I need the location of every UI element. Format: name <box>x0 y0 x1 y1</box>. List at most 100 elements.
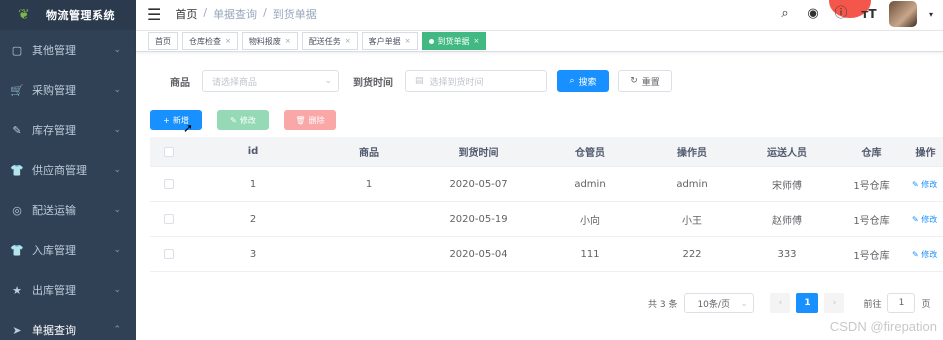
help-icon[interactable]: ⓘ <box>833 6 849 22</box>
search-button-label: 搜索 <box>578 77 597 88</box>
sidebar-item[interactable]: ◎ 配送运输 ⌄ <box>0 190 136 230</box>
watermark: CSDN @firepation <box>829 319 937 334</box>
calendar-icon: ▤ <box>415 76 424 86</box>
row-checkbox[interactable] <box>164 179 174 189</box>
edit-button-label: 修改 <box>239 115 256 125</box>
sidebar-item[interactable]: ✎ 库存管理 ⌄ <box>0 110 136 150</box>
sidebar-item-label: 库存管理 <box>32 124 76 137</box>
goto-page-input[interactable]: 1 <box>887 293 916 313</box>
product-placeholder: 请选择商品 <box>212 77 258 88</box>
tag-5[interactable]: 到货单据 × <box>421 32 487 50</box>
product-label: 商品 <box>170 77 190 89</box>
tag-4[interactable]: 客户单据 × <box>361 32 418 50</box>
avatar[interactable] <box>888 1 917 27</box>
edit-button[interactable]: ✎ 修改 <box>217 110 269 130</box>
tag-0[interactable]: 首页 <box>148 32 178 50</box>
github-icon[interactable]: ◉ <box>805 6 821 22</box>
cart-icon: 🛒 <box>10 83 24 97</box>
sidebar-item[interactable]: ➤ 单据查询 ⌃ <box>0 310 136 340</box>
table-row[interactable]: 1 1 2020-05-07 admin admin 宋师傅 1号仓库 ✎ 修改🗑 删除 <box>150 167 943 202</box>
cell-keeper: 111 <box>580 248 600 260</box>
row-actions: ✎ 修改🗑 删除 <box>912 214 943 225</box>
close-icon[interactable]: × <box>225 37 231 45</box>
sidebar-item[interactable]: 👕 入库管理 ⌄ <box>0 230 136 270</box>
chevron-down-icon: ⌄ <box>740 298 748 308</box>
search-button[interactable]: ⌕ 搜索 <box>557 70 609 92</box>
edit-icon: ✎ <box>12 123 22 137</box>
date-picker[interactable]: ▤ 选择到货时间 <box>405 70 547 92</box>
close-icon[interactable]: × <box>405 37 411 45</box>
caret-down-icon[interactable]: ▾ <box>929 10 933 19</box>
search-icon[interactable]: ⌕ <box>777 6 793 22</box>
sidebar-item[interactable]: ▢ 其他管理 ⌄ <box>0 30 136 70</box>
cell-carrier: 赵师傅 <box>772 215 802 227</box>
breadcrumb-home[interactable]: 首页 <box>175 6 197 22</box>
edit-icon: ✎ <box>912 179 919 189</box>
font-size-icon[interactable]: ᴛT <box>861 6 877 22</box>
toolbar: + 新增 ✎ 修改 🗑 删除 <box>150 110 336 130</box>
row-checkbox-cell <box>150 249 190 259</box>
reset-button[interactable]: ↻ 重置 <box>618 70 672 92</box>
edit-icon: ✎ <box>230 115 237 125</box>
delete-button-label: 删除 <box>308 115 325 125</box>
search-icon: ⌕ <box>569 76 575 86</box>
hamburger-icon[interactable]: ☰ <box>147 5 161 24</box>
cell-id: 3 <box>249 248 257 260</box>
row-checkbox[interactable] <box>164 249 174 259</box>
cell-carrier: 宋师傅 <box>772 180 802 192</box>
column-header: 操作 <box>915 148 936 159</box>
add-button[interactable]: + 新增 <box>150 110 202 130</box>
folder-icon: ▢ <box>11 43 23 57</box>
sidebar-item[interactable]: 👕 供应商管理 ⌄ <box>0 150 136 190</box>
product-select[interactable]: 请选择商品 ⌄ <box>202 70 339 92</box>
row-edit-button[interactable]: ✎ 修改 <box>912 249 937 260</box>
edit-icon: ✎ <box>912 214 919 224</box>
page-size-select[interactable]: 10条/页 ⌄ <box>684 293 755 313</box>
table-row[interactable]: 2 2020-05-19 小向 小王 赵师傅 1号仓库 ✎ 修改🗑 删除 <box>150 202 943 237</box>
row-checkbox-cell <box>150 179 190 189</box>
active-dot-icon <box>428 38 434 44</box>
tag-1[interactable]: 仓库检查 × <box>182 32 238 50</box>
close-icon[interactable]: × <box>285 37 291 45</box>
delete-button[interactable]: 🗑 删除 <box>284 110 336 130</box>
chevron-icon: ⌄ <box>113 165 121 175</box>
row-checkbox[interactable] <box>164 214 174 224</box>
row-checkbox-cell <box>150 214 190 224</box>
chevron-icon: ⌄ <box>113 85 121 95</box>
cell-carrier: 333 <box>777 248 797 260</box>
column-header: 操作员 <box>677 148 707 159</box>
tag-label: 到货单据 <box>437 36 470 46</box>
column-header: 商品 <box>359 148 379 159</box>
row-edit-button[interactable]: ✎ 修改 <box>912 214 937 225</box>
row-edit-label: 修改 <box>921 214 938 224</box>
close-icon[interactable]: × <box>345 37 351 45</box>
chevron-icon: ⌄ <box>113 45 121 55</box>
target-icon: ◎ <box>12 203 22 217</box>
close-icon[interactable]: × <box>474 37 480 45</box>
tags-view-bar: 首页 仓库检查 × 物料报废 × 配送任务 × 客户单据 × 到货单据 × <box>136 30 943 52</box>
column-header: 仓管员 <box>575 148 605 159</box>
sidebar-item[interactable]: 🛒 采购管理 ⌄ <box>0 70 136 110</box>
pagination: 共 3 条 10条/页 ⌄ ‹ 1 › 前往 1 页 <box>648 293 930 313</box>
tag-3[interactable]: 配送任务 × <box>301 32 358 50</box>
column-header: 仓库 <box>861 148 882 159</box>
tag-2[interactable]: 物料报废 × <box>241 32 298 50</box>
cell-operator: 222 <box>682 248 702 260</box>
app-logo[interactable]: ❦ 物流管理系统 <box>0 0 136 30</box>
shirt-icon: 👕 <box>10 163 24 177</box>
cell-warehouse: 1号仓库 <box>853 215 890 227</box>
page-number-current[interactable]: 1 <box>796 293 819 313</box>
cell-date: 2020-05-04 <box>449 248 508 260</box>
breadcrumb-separator: / <box>203 6 208 19</box>
sidebar-item[interactable]: ★ 出库管理 ⌄ <box>0 270 136 310</box>
table-row[interactable]: 3 2020-05-04 111 222 333 1号仓库 ✎ 修改🗑 删除 <box>150 237 943 272</box>
tag-label: 配送任务 <box>308 36 341 46</box>
sidebar-item-label: 其他管理 <box>32 44 76 57</box>
next-page-button[interactable]: › <box>824 293 845 313</box>
navbar-right: ⌕ ◉ ⓘ ᴛT ▾ <box>777 0 933 28</box>
breadcrumb-level2: 到货单据 <box>272 8 317 21</box>
prev-page-button[interactable]: ‹ <box>770 293 791 313</box>
select-all-checkbox[interactable] <box>164 146 174 157</box>
date-label: 到货时间 <box>353 77 393 89</box>
row-edit-button[interactable]: ✎ 修改 <box>912 179 937 190</box>
